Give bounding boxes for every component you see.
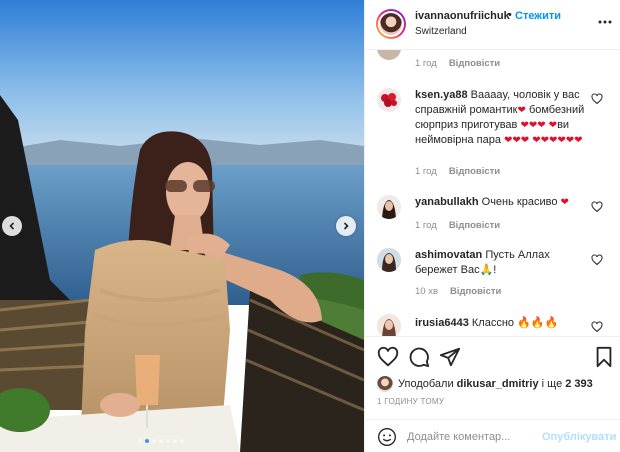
red-heart-emoji: ❤❤❤ bbox=[520, 120, 546, 131]
comment-meta: 10 хв Відповісти bbox=[415, 286, 501, 297]
add-comment-input[interactable] bbox=[407, 427, 537, 447]
fire-emoji: 🔥🔥🔥 bbox=[517, 317, 559, 329]
comment-username[interactable]: yanabullakh bbox=[415, 196, 479, 208]
roses-avatar-image bbox=[381, 93, 397, 107]
comment-text: Очень красиво bbox=[481, 196, 558, 208]
reply-button[interactable]: Відповісти bbox=[449, 58, 500, 69]
user-avatar-image bbox=[377, 195, 401, 219]
liker-username[interactable]: dikusar_dmitriy bbox=[457, 378, 539, 390]
like-heart-icon[interactable] bbox=[377, 346, 399, 368]
carousel-dots bbox=[138, 439, 184, 443]
comment-text: Классно bbox=[471, 317, 515, 329]
comment-meta: 1 год Відповісти bbox=[415, 220, 500, 231]
comment-avatar[interactable] bbox=[377, 248, 401, 272]
comment-avatar[interactable] bbox=[377, 314, 401, 336]
likes-count[interactable]: 2 393 bbox=[565, 378, 593, 390]
post-location[interactable]: Switzerland bbox=[415, 26, 467, 37]
red-heart-emoji: ❤❤❤ bbox=[504, 135, 530, 146]
red-heart-emoji: ❤ bbox=[548, 120, 558, 131]
comment-body: ashimovatan Пусть Аллах бережет Вас🙏! bbox=[415, 248, 590, 278]
post-header: ivannaonufriichuk • Стежити Switzerland bbox=[365, 0, 620, 50]
comment-username[interactable]: irusia6443 bbox=[415, 317, 469, 329]
comment-text-end: ! bbox=[493, 264, 497, 276]
reply-button[interactable]: Відповісти bbox=[449, 220, 500, 231]
like-comment-heart-icon[interactable] bbox=[591, 93, 603, 105]
post-details-panel: ivannaonufriichuk • Стежити Switzerland … bbox=[364, 0, 620, 452]
comment-username[interactable]: ashimovatan bbox=[415, 249, 482, 261]
carousel-dot bbox=[138, 439, 142, 443]
publish-comment-button[interactable]: Опублікувати bbox=[542, 431, 616, 443]
red-heart-emoji: ❤ bbox=[517, 105, 526, 116]
chevron-right-icon bbox=[343, 222, 349, 230]
post-timestamp[interactable]: 1 ГОДИНУ ТОМУ bbox=[377, 397, 444, 406]
user-avatar-image bbox=[377, 314, 401, 336]
comment-bubble-icon[interactable] bbox=[408, 346, 430, 368]
comment-body: irusia6443 Классно 🔥🔥🔥 bbox=[415, 316, 590, 331]
carousel-dot bbox=[145, 439, 149, 443]
follow-button[interactable]: Стежити bbox=[515, 10, 561, 22]
photo-illustration bbox=[0, 0, 364, 452]
comment-username[interactable]: ksen.ya88 bbox=[415, 89, 468, 101]
liker-avatar[interactable] bbox=[377, 376, 393, 392]
likes-summary: Уподобали dikusar_dmitriy і ще 2 393 bbox=[377, 376, 593, 392]
next-photo-button[interactable] bbox=[336, 216, 356, 236]
like-comment-heart-icon[interactable] bbox=[591, 254, 603, 266]
add-comment-bar: Опублікувати bbox=[365, 419, 620, 452]
folded-hands-emoji: 🙏 bbox=[479, 264, 494, 276]
chevron-left-icon bbox=[9, 222, 15, 230]
bookmark-icon[interactable] bbox=[593, 346, 615, 368]
like-comment-heart-icon[interactable] bbox=[591, 201, 603, 213]
share-paper-plane-icon[interactable] bbox=[439, 346, 461, 368]
comment-time: 1 год bbox=[415, 220, 437, 231]
comment-body: yanabullakh Очень красиво ❤ bbox=[415, 195, 590, 210]
comment-time: 10 хв bbox=[415, 286, 439, 297]
comment-time: 1 год bbox=[415, 58, 437, 69]
comment-body: ksen.ya88 Вааааy, чоловік у вас справжні… bbox=[415, 88, 590, 148]
emoji-icon[interactable] bbox=[377, 427, 397, 447]
comments-list: 1 год Відповісти ksen.ya88 Вааааy, чолові… bbox=[365, 50, 620, 336]
comment-avatar[interactable] bbox=[377, 50, 401, 60]
previous-photo-button[interactable] bbox=[2, 216, 22, 236]
carousel-dot bbox=[152, 439, 156, 443]
more-horizontal-icon[interactable] bbox=[597, 14, 613, 30]
reply-button[interactable]: Відповісти bbox=[449, 166, 500, 177]
instagram-post: ivannaonufriichuk • Стежити Switzerland … bbox=[0, 0, 620, 452]
comment-meta: 1 год Відповісти bbox=[415, 166, 500, 177]
reply-button[interactable]: Відповісти bbox=[450, 286, 501, 297]
comment-avatar[interactable] bbox=[377, 195, 401, 219]
user-avatar-image bbox=[377, 248, 401, 272]
carousel-dot bbox=[180, 439, 184, 443]
red-heart-emoji: ❤❤❤❤❤❤ bbox=[532, 135, 583, 146]
red-heart-emoji: ❤ bbox=[560, 197, 569, 208]
comment-time: 1 год bbox=[415, 166, 437, 177]
author-avatar[interactable] bbox=[376, 9, 406, 39]
like-comment-heart-icon[interactable] bbox=[591, 321, 603, 333]
comment-meta: 1 год Відповісти bbox=[415, 58, 500, 69]
carousel-dot bbox=[166, 439, 170, 443]
post-photo[interactable] bbox=[0, 0, 364, 452]
comment-avatar[interactable] bbox=[377, 88, 401, 112]
carousel-dot bbox=[159, 439, 163, 443]
author-username[interactable]: ivannaonufriichuk bbox=[415, 10, 510, 22]
header-separator: • bbox=[508, 9, 512, 21]
likes-middle: і ще bbox=[541, 378, 563, 390]
likes-prefix: Уподобали bbox=[398, 378, 454, 390]
carousel-dot bbox=[173, 439, 177, 443]
